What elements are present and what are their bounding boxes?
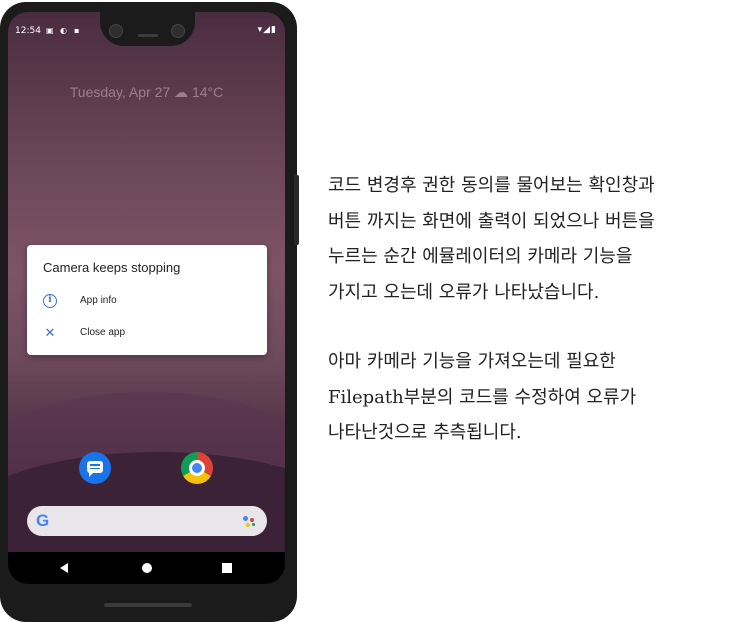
- app-info-option[interactable]: i App info: [43, 290, 253, 314]
- close-app-label: Close app: [80, 327, 126, 338]
- google-search-bar[interactable]: G: [27, 506, 267, 536]
- recents-icon[interactable]: [222, 563, 232, 573]
- text-line: 아마 카메라 기능을 가져오는데 필요한: [328, 351, 616, 372]
- camera-notch: [100, 12, 195, 46]
- at-a-glance-widget[interactable]: Tuesday, Apr 27 ☁ 14°C: [8, 84, 285, 101]
- bubble-line: [90, 464, 100, 466]
- google-g-icon: G: [36, 511, 50, 530]
- chrome-icon[interactable]: [181, 452, 213, 484]
- text-line: 누르는 순간 에뮬레이터의 카메라 기능을: [328, 246, 633, 267]
- text-line: 코드 변경후 권한 동의를 물어보는 확인창과: [328, 175, 655, 196]
- chrome-center: [192, 463, 202, 473]
- text-line: 가지고 오는데 오류가 나타났습니다.: [328, 281, 600, 303]
- text-line: 나타난것으로 추측됩니다.: [328, 422, 522, 443]
- close-app-option[interactable]: ✕ Close app: [43, 322, 253, 346]
- home-icon[interactable]: [142, 563, 152, 573]
- front-camera-icon: [109, 24, 123, 38]
- sd-card-icon: ▪: [74, 26, 80, 35]
- explanation-text: 코드 변경후 권한 동의를 물어보는 확인창과 버튼 까지는 화면에 출력이 되…: [328, 168, 723, 451]
- front-camera-icon: [171, 24, 185, 38]
- earpiece-speaker: [138, 34, 158, 37]
- phone-screen: 12:54 ▣ ◐ ▪ ▾◢▮ Tuesday, Apr 27 ☁ 14°C C…: [8, 12, 285, 584]
- assistant-dot: [243, 516, 248, 521]
- assistant-dot: [252, 523, 255, 526]
- notification-icon: ▣: [46, 26, 54, 35]
- app-info-label: App info: [80, 295, 117, 306]
- phone-mockup: 12:54 ▣ ◐ ▪ ▾◢▮ Tuesday, Apr 27 ☁ 14°C C…: [0, 0, 299, 623]
- settings-icon: ◐: [60, 26, 67, 35]
- back-icon[interactable]: [60, 563, 68, 573]
- bubble-line: [90, 467, 100, 469]
- text-line: 버튼 까지는 화면에 출력이 되었으나 버튼을: [328, 210, 655, 232]
- power-button: [294, 175, 299, 245]
- message-bubble: [87, 461, 103, 477]
- close-icon: ✕: [44, 325, 56, 340]
- info-icon: i: [43, 294, 57, 308]
- navigation-bar: [8, 552, 285, 584]
- assistant-dot: [250, 518, 254, 522]
- messages-icon[interactable]: [79, 452, 111, 484]
- assistant-icon[interactable]: [243, 516, 257, 528]
- app-crash-dialog: Camera keeps stopping i App info ✕ Close…: [27, 245, 267, 355]
- dialog-title: Camera keeps stopping: [43, 260, 181, 275]
- status-clock: 12:54: [15, 26, 41, 36]
- signal-battery-icons: ▾◢▮: [257, 25, 277, 35]
- text-line: Filepath부분의 코드를 수정하여 오류가: [328, 386, 637, 408]
- assistant-dot: [246, 523, 250, 527]
- phone-chin-speaker: [104, 603, 192, 607]
